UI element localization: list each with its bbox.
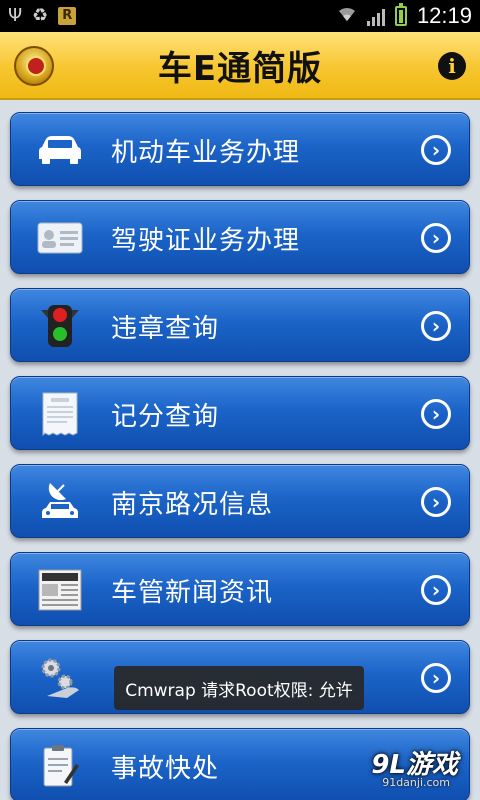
satellite-car-icon bbox=[35, 479, 85, 525]
toast-message: Cmwrap 请求Root权限: 允许 bbox=[114, 666, 364, 710]
chevron-right-icon: › bbox=[421, 663, 451, 693]
watermark: 9L游戏 91danji.com bbox=[332, 744, 472, 790]
r-app-icon: R bbox=[58, 7, 77, 25]
menu-item-label: 驾驶证业务办理 bbox=[111, 225, 301, 256]
menu-item-label: 违章查询 bbox=[111, 313, 220, 344]
watermark-url: 91danji.com bbox=[382, 776, 450, 789]
info-icon[interactable]: i bbox=[438, 52, 466, 80]
ticket-icon bbox=[35, 391, 85, 437]
battery-icon bbox=[394, 3, 407, 26]
status-time: 12:19 bbox=[416, 3, 472, 28]
usb-icon: Ψ bbox=[8, 5, 23, 26]
menu-item-label: 事故快处 bbox=[111, 753, 220, 784]
chevron-right-icon: › bbox=[421, 575, 451, 605]
menu-item-label: 机动车业务办理 bbox=[111, 137, 301, 168]
recycle-icon: ♻ bbox=[32, 5, 49, 26]
chevron-right-icon: › bbox=[421, 399, 451, 429]
menu-item-news[interactable]: 车管新闻资讯 › bbox=[10, 552, 470, 626]
clipboard-pen-icon bbox=[35, 743, 85, 789]
signal-icon bbox=[366, 6, 385, 26]
status-bar: Ψ ♻ R 12:19 bbox=[0, 0, 480, 32]
menu-item-violation-query[interactable]: 违章查询 › bbox=[10, 288, 470, 362]
chevron-right-icon: › bbox=[421, 223, 451, 253]
traffic-light-icon bbox=[35, 303, 85, 349]
license-card-icon bbox=[35, 215, 85, 261]
page-title: 车E通简版 bbox=[157, 48, 323, 89]
menu-item-label: 车管新闻资讯 bbox=[111, 577, 274, 608]
chevron-right-icon: › bbox=[421, 487, 451, 517]
police-emblem-icon bbox=[14, 46, 54, 86]
newspaper-icon bbox=[35, 567, 85, 613]
chevron-right-icon: › bbox=[421, 135, 451, 165]
app-header: 车E通简版 i bbox=[0, 32, 480, 100]
menu-item-license-business[interactable]: 驾驶证业务办理 › bbox=[10, 200, 470, 274]
menu-item-points-query[interactable]: 记分查询 › bbox=[10, 376, 470, 450]
chevron-right-icon: › bbox=[421, 311, 451, 341]
wifi-icon bbox=[337, 5, 357, 27]
menu-item-label: 南京路况信息 bbox=[111, 489, 274, 520]
car-icon bbox=[35, 127, 85, 173]
status-left: Ψ ♻ R bbox=[8, 5, 77, 26]
menu-item-label: 记分查询 bbox=[111, 401, 220, 432]
menu-item-nanjing-traffic[interactable]: 南京路况信息 › bbox=[10, 464, 470, 538]
menu-item-vehicle-business[interactable]: 机动车业务办理 › bbox=[10, 112, 470, 186]
status-right: 12:19 bbox=[337, 3, 472, 29]
gears-hand-icon bbox=[35, 655, 85, 701]
